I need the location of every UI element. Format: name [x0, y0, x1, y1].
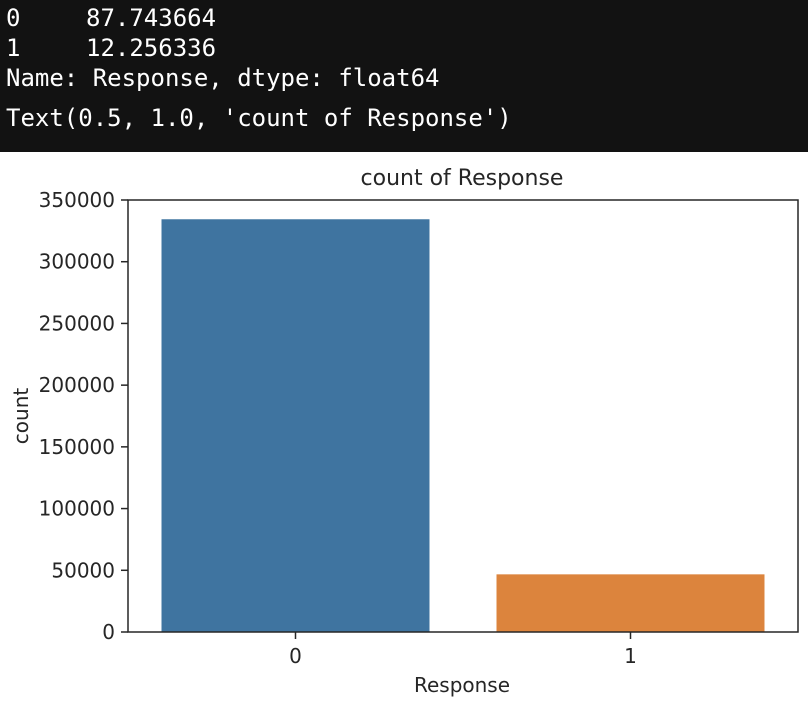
series-value: 12.256336	[86, 34, 217, 62]
y-axis: 0 50000 100000 150000 200000 250000 300000 3500…	[39, 188, 128, 644]
cell-output: 0 87.743664 1 12.256336 Name: Response, dt…	[0, 0, 808, 152]
y-tick-label: 150000	[39, 435, 115, 459]
x-tick-label: 1	[624, 644, 637, 668]
y-tick-label: 100000	[39, 497, 115, 521]
bar-chart: count of Response 0 50000 100000 150000 2000…	[9, 166, 799, 697]
chart-title: count of Response	[361, 166, 564, 191]
series-index: 1	[6, 34, 21, 62]
series-index: 0	[6, 4, 21, 32]
series-value: 87.743664	[86, 4, 217, 32]
chart: count of Response 0 50000 100000 150000 2000…	[0, 152, 808, 706]
bar-1	[496, 574, 765, 632]
y-tick-label: 350000	[39, 188, 115, 212]
y-tick-label: 300000	[39, 250, 115, 274]
y-axis-label: count	[9, 388, 33, 445]
x-axis-label: Response	[414, 673, 510, 697]
bar-0	[161, 219, 430, 632]
y-tick-label: 250000	[39, 311, 115, 335]
bars-group	[161, 219, 765, 632]
return-repr: Text(0.5, 1.0, 'count of Response')	[6, 104, 512, 132]
y-tick-label: 200000	[39, 373, 115, 397]
series-row-1: 1 12.256336	[6, 33, 216, 63]
y-tick-label: 0	[102, 620, 115, 644]
series-meta: Name: Response, dtype: float64	[6, 64, 440, 92]
x-tick-label: 0	[289, 644, 302, 668]
x-axis: 01	[289, 632, 637, 668]
y-tick-label: 50000	[51, 558, 115, 582]
series-row-0: 0 87.743664	[6, 3, 216, 33]
